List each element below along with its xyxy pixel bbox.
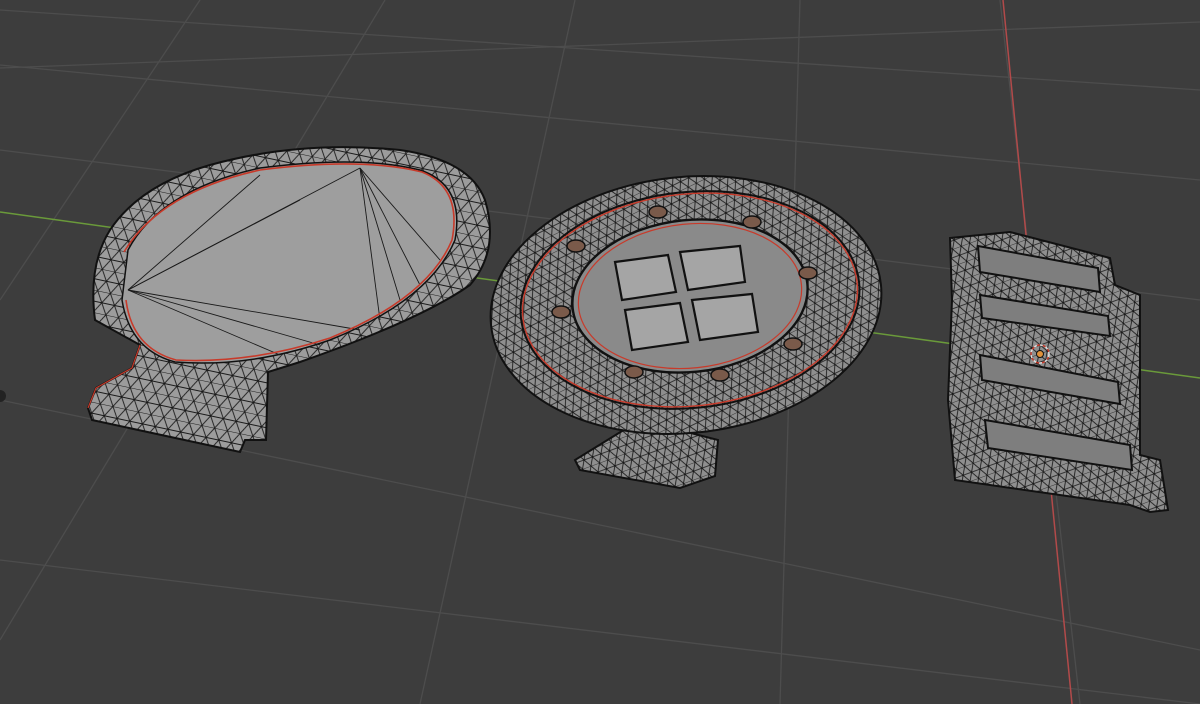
viewport-canvas[interactable] xyxy=(0,0,1200,704)
3d-viewport[interactable] xyxy=(0,0,1200,704)
